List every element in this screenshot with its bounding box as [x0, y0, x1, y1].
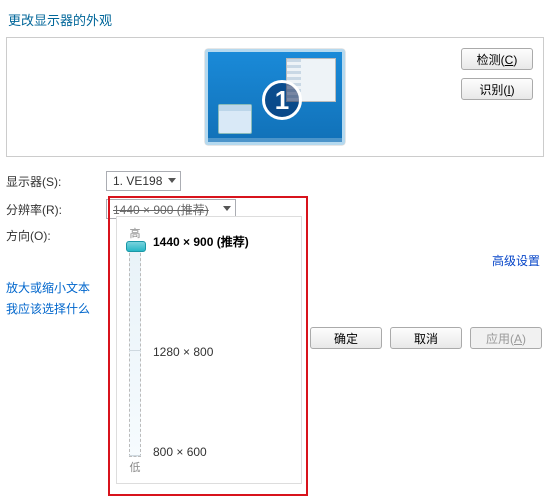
display-select[interactable]: 1. VE198 [106, 171, 181, 191]
paren: ) [522, 332, 526, 346]
monitor-thumbnail[interactable]: 1 [205, 49, 345, 145]
resolution-option[interactable]: 1440 × 900 (推荐) [153, 233, 249, 250]
detect-label: 检测( [477, 53, 505, 67]
detect-button[interactable]: 检测(C) [461, 48, 533, 70]
display-value: 1. VE198 [113, 174, 162, 188]
orientation-label: 方向(O): [6, 227, 106, 244]
chevron-down-icon [168, 178, 176, 184]
resolution-slider-track[interactable] [129, 243, 141, 457]
paren: ) [513, 53, 517, 67]
apply-button[interactable]: 应用(A) [470, 327, 542, 349]
identify-button[interactable]: 识别(I) [461, 78, 533, 100]
resolution-label: 分辨率(R): [6, 201, 106, 218]
window-icon [218, 104, 252, 134]
resolution-option[interactable]: 1280 × 800 [153, 345, 213, 359]
resolution-slider-thumb[interactable] [126, 241, 146, 252]
paren: ) [511, 83, 515, 97]
resolution-slider-panel: 高 低 1440 × 900 (推荐) 1280 × 800 800 × 600 [116, 216, 302, 484]
page-title: 更改显示器的外观 [8, 10, 544, 29]
cancel-button[interactable]: 取消 [390, 327, 462, 349]
slider-high-label: 高 [130, 225, 141, 241]
resolution-slider-popup: 高 低 1440 × 900 (推荐) 1280 × 800 800 × 600 [108, 196, 308, 496]
ok-button[interactable]: 确定 [310, 327, 382, 349]
apply-label: 应用( [486, 332, 514, 346]
monitor-number: 1 [262, 80, 302, 120]
slider-low-label: 低 [130, 459, 141, 475]
monitor-preview-box: 1 检测(C) 识别(I) [6, 37, 544, 157]
apply-key: A [514, 332, 522, 346]
resolution-option[interactable]: 800 × 600 [153, 445, 207, 459]
display-label: 显示器(S): [6, 173, 106, 190]
identify-label: 识别( [479, 83, 507, 97]
